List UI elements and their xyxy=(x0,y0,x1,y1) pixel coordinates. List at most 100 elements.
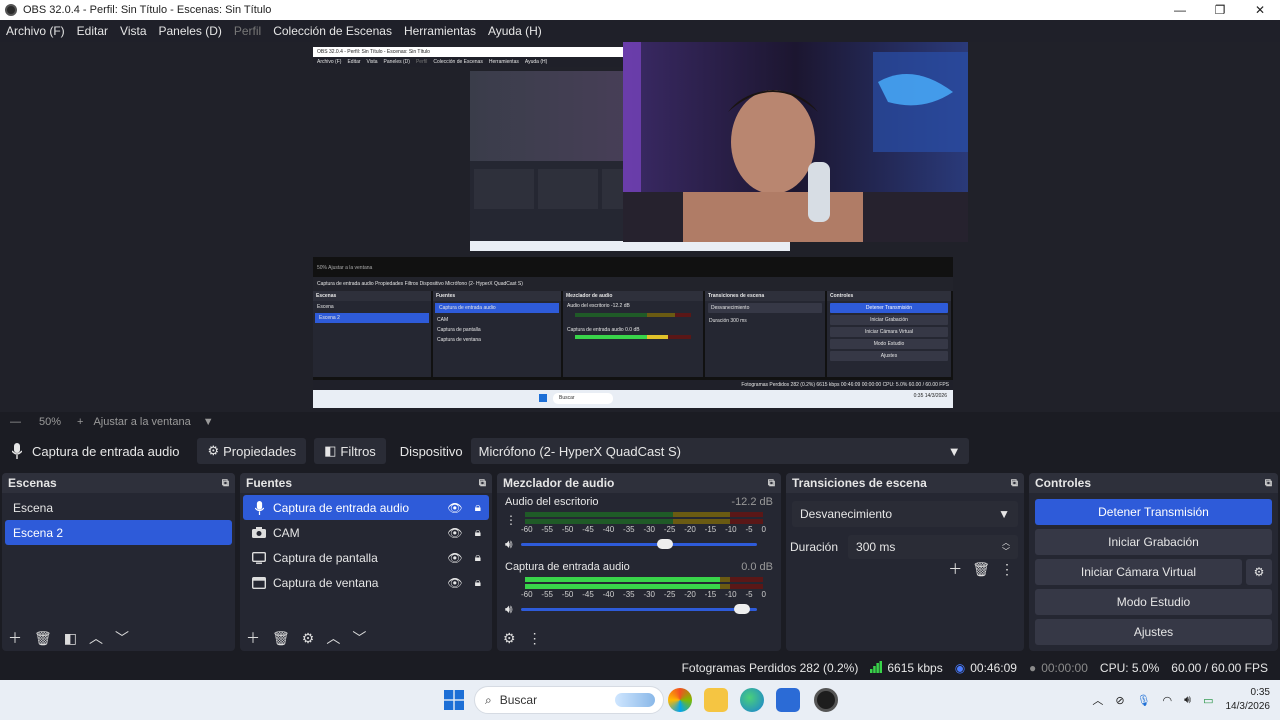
speaker-icon[interactable]: 🔊︎ xyxy=(505,537,513,552)
windows-start-icon[interactable] xyxy=(444,690,464,710)
copilot-icon[interactable] xyxy=(668,688,692,712)
start-virtual-cam-button[interactable]: Iniciar Cámara Virtual xyxy=(1035,559,1242,585)
eye-icon[interactable]: 👁︎ xyxy=(447,501,462,515)
lock-icon[interactable]: 🔒︎ xyxy=(475,550,481,565)
add-icon[interactable]: ＋ xyxy=(948,559,962,579)
trash-icon[interactable]: 🗑︎ xyxy=(972,561,990,578)
tick: 0 xyxy=(761,525,766,534)
undock-icon[interactable]: ⧉ xyxy=(222,478,229,489)
minimize-button[interactable]: — xyxy=(1160,0,1200,20)
lock-icon[interactable]: 🔒︎ xyxy=(475,525,481,540)
add-icon[interactable]: ＋ xyxy=(8,628,22,648)
source-item[interactable]: Captura de entrada audio 👁︎ 🔒︎ xyxy=(243,495,489,520)
battery-icon[interactable]: ▭ xyxy=(1203,694,1213,707)
wifi-icon[interactable]: ◠ xyxy=(1163,694,1173,707)
nested-duration: Duración 300 ms xyxy=(709,318,747,324)
location-off-icon[interactable]: ⊘ xyxy=(1115,694,1124,707)
menu-archivo[interactable]: Archivo (F) xyxy=(6,24,65,38)
monitor-icon xyxy=(251,551,267,564)
undock-icon[interactable]: ⧉ xyxy=(1265,478,1272,489)
nested-dock-title: Escenas xyxy=(313,291,431,301)
edge-icon[interactable] xyxy=(740,688,764,712)
taskbar-search[interactable]: ⌕ Buscar xyxy=(474,686,664,714)
volume-icon[interactable]: 🔊︎ xyxy=(1184,694,1191,707)
advanced-audio-icon[interactable]: ⚙ xyxy=(503,630,516,647)
chevron-up-icon[interactable]: ︿ xyxy=(1092,692,1103,708)
source-item[interactable]: Captura de pantalla 👁︎ 🔒︎ xyxy=(243,545,489,570)
eye-icon[interactable]: 👁︎ xyxy=(447,526,462,540)
filter-icon[interactable]: ◧ xyxy=(64,630,77,647)
volume-knob[interactable] xyxy=(656,538,673,549)
nested-menu-item: Perfil xyxy=(415,59,428,65)
more-options-icon[interactable]: ⋮ xyxy=(1000,561,1014,578)
trash-icon[interactable]: 🗑︎ xyxy=(272,630,290,647)
menu-editar[interactable]: Editar xyxy=(77,24,108,38)
undock-icon[interactable]: ⧉ xyxy=(768,478,775,489)
clock[interactable]: 0:35 14/3/2026 xyxy=(1226,686,1271,714)
chevron-up-icon[interactable]: ︿ xyxy=(326,628,340,648)
eye-icon[interactable]: 👁︎ xyxy=(447,576,462,590)
properties-button[interactable]: ⚙ Propiedades xyxy=(197,438,307,464)
start-recording-button[interactable]: Iniciar Grabación xyxy=(1035,529,1272,555)
zoom-dropdown-icon[interactable]: ▼ xyxy=(203,416,214,428)
device-select[interactable]: Micrófono (2- HyperX QuadCast S) ▼ xyxy=(470,438,969,464)
more-options-icon[interactable]: ⋮ xyxy=(505,513,517,527)
menu-ayuda[interactable]: Ayuda (H) xyxy=(488,24,542,38)
preview-area[interactable]: OBS 32.0.4 - Perfil: Sin Título - Escena… xyxy=(0,42,1280,412)
mic-tray-icon[interactable]: 🎙︎ xyxy=(1137,694,1151,707)
source-item[interactable]: CAM 👁︎ 🔒︎ xyxy=(243,520,489,545)
undock-icon[interactable]: ⧉ xyxy=(1011,478,1018,489)
chevron-down-icon[interactable]: ﹀ xyxy=(352,628,366,648)
zoom-out-button[interactable]: — xyxy=(10,416,21,428)
tick: -35 xyxy=(623,525,635,534)
stop-stream-button[interactable]: Detener Transmisión xyxy=(1035,499,1272,525)
stream-time: 00:46:09 xyxy=(970,661,1017,675)
zoom-in-button[interactable]: + xyxy=(77,416,83,428)
maximize-button[interactable]: ❐ xyxy=(1200,0,1240,20)
gear-icon[interactable]: ⚙ xyxy=(302,630,315,647)
volume-slider[interactable] xyxy=(520,538,757,549)
close-button[interactable]: ✕ xyxy=(1240,0,1280,20)
add-icon[interactable]: ＋ xyxy=(246,628,260,648)
menu-herramientas[interactable]: Herramientas xyxy=(404,24,476,38)
lock-icon[interactable]: 🔒︎ xyxy=(475,500,481,515)
scene-item[interactable]: Escena xyxy=(5,495,232,520)
file-explorer-icon[interactable] xyxy=(704,688,728,712)
filters-button[interactable]: ◧ Filtros xyxy=(314,438,386,464)
trash-icon[interactable]: 🗑︎ xyxy=(34,630,52,647)
nested-sources-dock: Fuentes Captura de entrada audio CAM Cap… xyxy=(433,291,561,377)
settings-button[interactable]: Ajustes xyxy=(1035,619,1272,645)
transition-select[interactable]: Desvanecimiento ▼ xyxy=(792,501,1018,527)
menu-coleccion-escenas[interactable]: Colección de Escenas xyxy=(273,24,392,38)
obs-taskbar-icon[interactable] xyxy=(814,688,838,712)
menu-paneles[interactable]: Paneles (D) xyxy=(159,24,222,38)
volume-knob[interactable] xyxy=(733,603,750,614)
spin-arrows-icon[interactable]: ︿ ﹀ xyxy=(1002,538,1010,556)
menu-vista[interactable]: Vista xyxy=(120,24,146,38)
undock-icon[interactable]: ⧉ xyxy=(479,478,486,489)
chevron-up-icon[interactable]: ︿ xyxy=(89,628,103,648)
chevron-down-icon[interactable]: ﹀ xyxy=(115,628,129,648)
nested-control-button: Detener Transmisión xyxy=(830,303,948,313)
tick: -10 xyxy=(725,590,737,599)
volume-slider[interactable] xyxy=(520,603,757,614)
more-options-icon[interactable]: ⋮ xyxy=(528,630,542,647)
virtual-cam-row: Iniciar Cámara Virtual ⚙ xyxy=(1035,559,1272,585)
source-item[interactable]: Captura de ventana 👁︎ 🔒︎ xyxy=(243,570,489,595)
studio-mode-button[interactable]: Modo Estudio xyxy=(1035,589,1272,615)
fit-to-window-label[interactable]: Ajustar a la ventana xyxy=(93,416,190,428)
nested-dock-title: Mezclador de audio xyxy=(563,291,703,301)
menu-perfil[interactable]: Perfil xyxy=(234,24,261,38)
scene-item[interactable]: Escena 2 xyxy=(5,520,232,545)
eye-icon[interactable]: 👁︎ xyxy=(447,551,462,565)
transition-value: Desvanecimiento xyxy=(800,507,893,521)
duration-input[interactable]: 300 ms ︿ ﹀ xyxy=(848,535,1018,559)
speaker-icon[interactable]: 🔊︎ xyxy=(505,602,513,617)
lock-icon[interactable]: 🔒︎ xyxy=(475,575,481,590)
device-value: Micrófono (2- HyperX QuadCast S) xyxy=(478,443,681,459)
tick: -40 xyxy=(602,525,615,534)
tick: -15 xyxy=(704,590,717,599)
gear-icon[interactable]: ⚙ xyxy=(1246,559,1272,585)
webcam-overlay[interactable] xyxy=(623,42,968,242)
store-icon[interactable] xyxy=(776,688,800,712)
